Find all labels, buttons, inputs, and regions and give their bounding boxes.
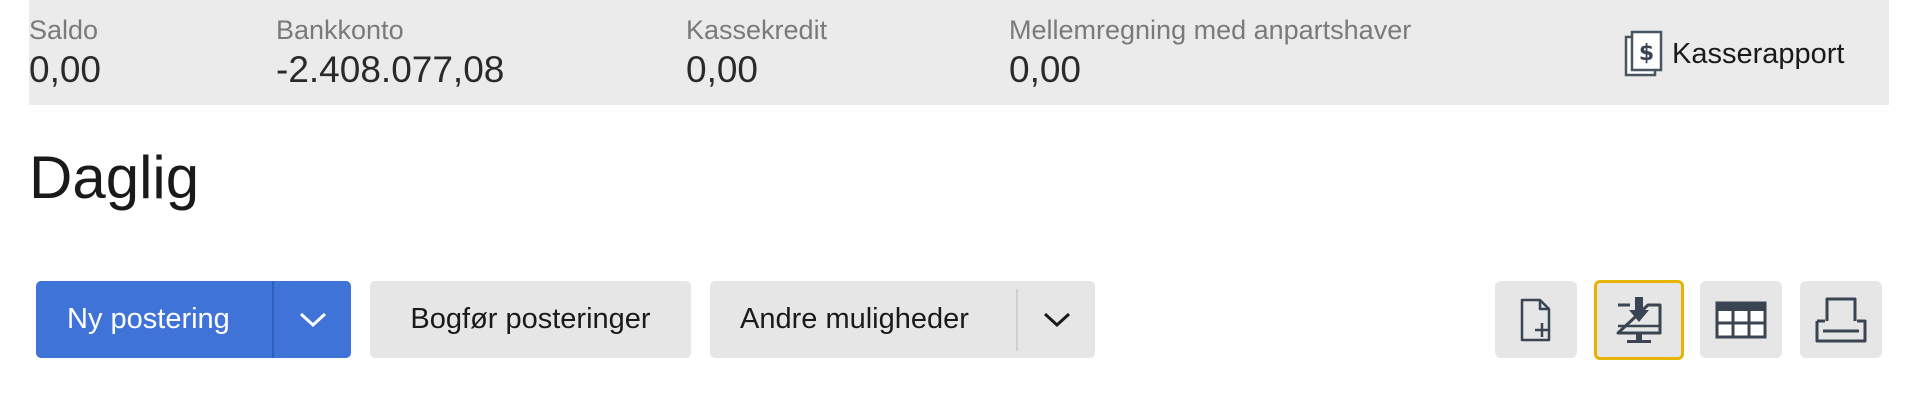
metric-bankkonto: Bankkonto -2.408.077,08 (276, 14, 504, 92)
more-options-button[interactable]: Andre muligheder (710, 303, 1016, 336)
new-document-icon (1520, 298, 1551, 341)
import-icon (1616, 297, 1662, 343)
metric-label: Mellemregning med anpartshaver (1009, 15, 1412, 45)
metric-label: Bankkonto (276, 15, 404, 45)
metric-value: -2.408.077,08 (276, 49, 505, 90)
metric-label: Kassekredit (686, 15, 828, 45)
print-icon (1815, 297, 1867, 342)
new-entry-split-button[interactable]: Ny postering (36, 281, 351, 358)
page-title: Daglig (29, 144, 200, 211)
more-options-dropdown-toggle[interactable] (1018, 281, 1095, 358)
post-entries-label: Bogfør posteringer (410, 303, 651, 335)
metric-label: Saldo (29, 15, 99, 45)
print-button[interactable] (1800, 281, 1882, 358)
metric-value: 0,00 (1009, 49, 1082, 90)
kasserapport-label: Kasserapport (1672, 37, 1845, 70)
metric-kassekredit: Kassekredit 0,00 (686, 14, 827, 92)
metric-saldo: Saldo 0,00 (29, 14, 101, 92)
new-entry-button[interactable]: Ny postering (36, 303, 272, 336)
chevron-down-icon (1043, 312, 1070, 327)
grid-view-icon (1715, 301, 1767, 338)
grid-view-button[interactable] (1700, 281, 1782, 358)
chevron-down-icon (299, 312, 326, 327)
import-button[interactable] (1594, 280, 1684, 360)
kasserapport-link[interactable]: $ Kasserapport (1624, 30, 1845, 78)
new-document-button[interactable] (1495, 281, 1577, 358)
metric-value: 0,00 (686, 49, 759, 90)
metric-value: 0,00 (29, 49, 102, 90)
post-entries-button[interactable]: Bogfør posteringer (370, 281, 691, 358)
metric-mellemregning: Mellemregning med anpartshaver 0,00 (1009, 14, 1411, 92)
dollar-document-icon: $ (1624, 30, 1663, 77)
account-summary-bar: Saldo 0,00 Bankkonto -2.408.077,08 Kasse… (29, 0, 1889, 105)
more-options-split-button[interactable]: Andre muligheder (710, 281, 1095, 358)
svg-text:$: $ (1639, 41, 1654, 66)
new-entry-dropdown-toggle[interactable] (274, 281, 351, 358)
